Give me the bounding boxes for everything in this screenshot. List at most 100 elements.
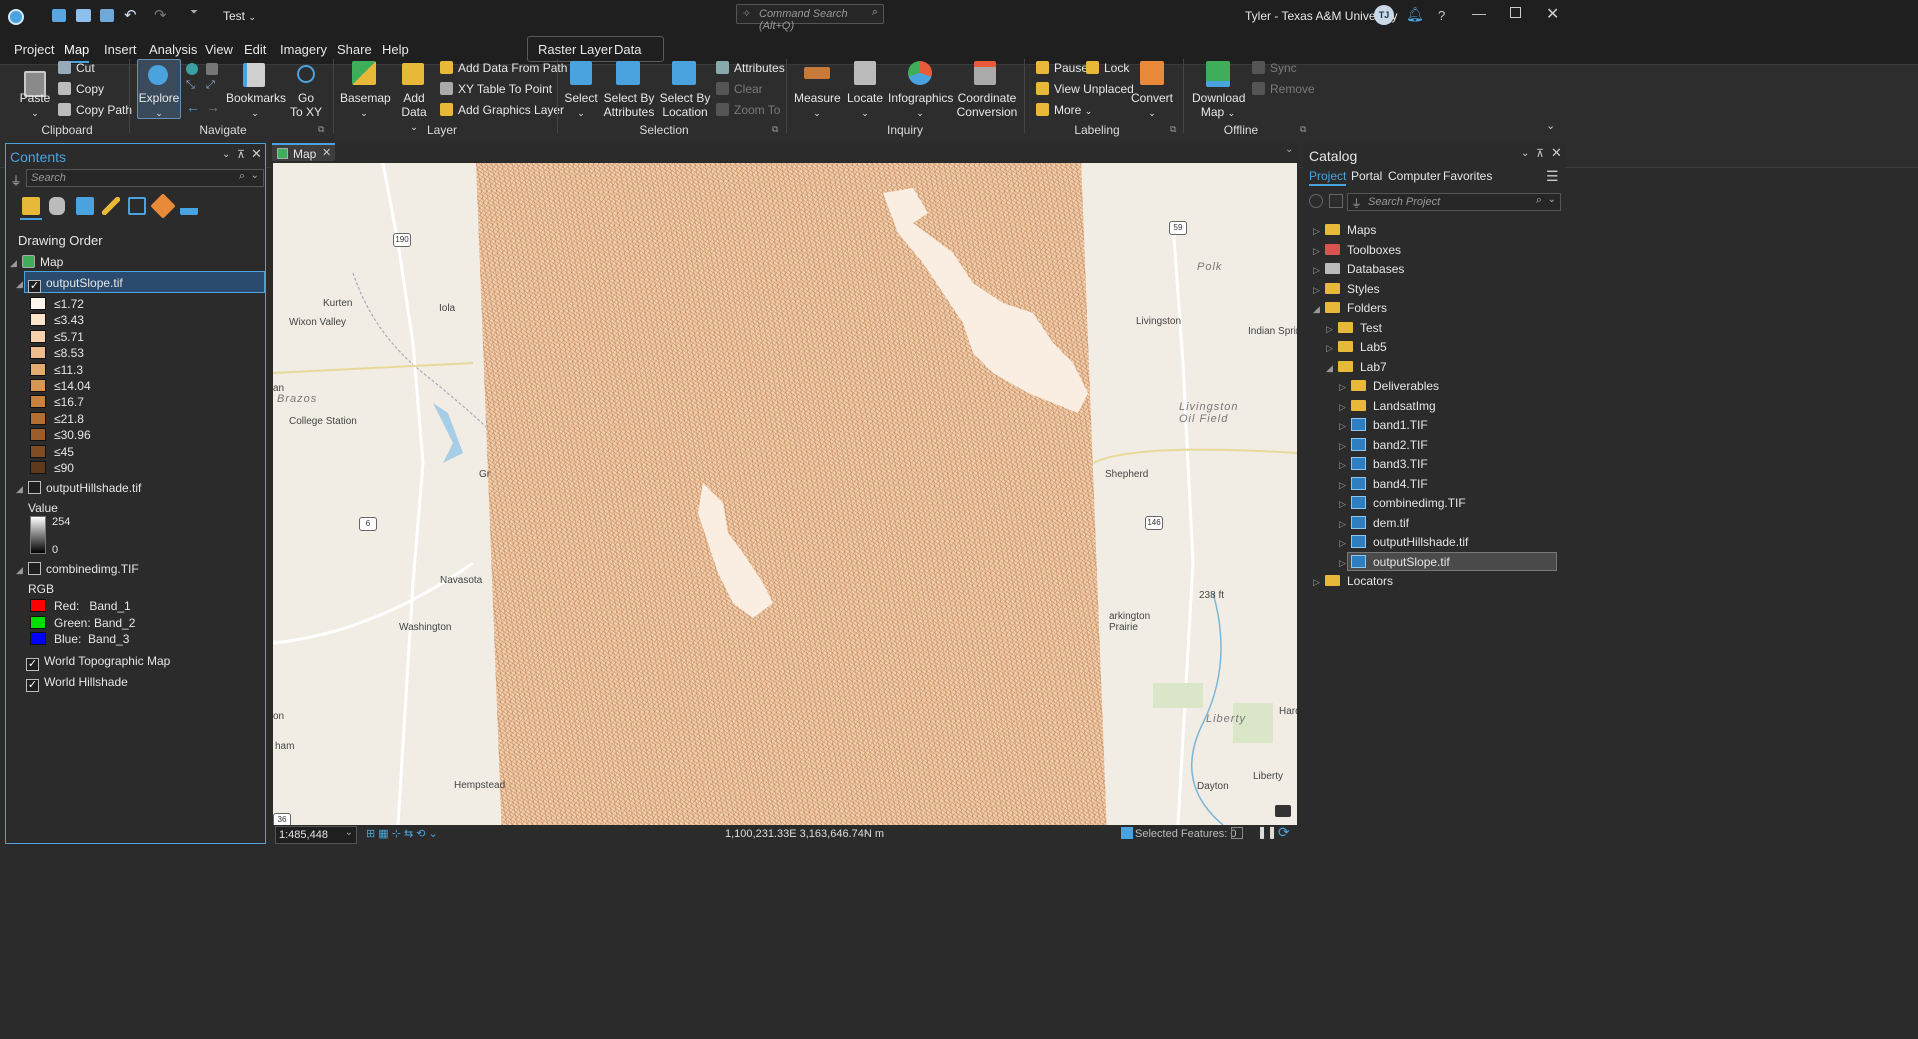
legend-class[interactable]: ≤21.8	[30, 411, 84, 427]
zoom-to-button[interactable]: Zoom To	[716, 103, 780, 117]
convert-button[interactable]: Convert ⌄	[1130, 91, 1174, 120]
menu-help[interactable]: Help	[382, 42, 409, 57]
download-map-button[interactable]: Download Map ⌄	[1192, 91, 1245, 120]
visibility-checkbox[interactable]	[28, 481, 41, 494]
labeling-launcher-icon[interactable]: ⧉	[1170, 124, 1176, 135]
expand-toggle-icon[interactable]: ◢	[16, 276, 28, 292]
arcgis-app-icon[interactable]	[8, 9, 24, 25]
expand-icon[interactable]: ▷	[1339, 496, 1351, 512]
infographics-button[interactable]: Infographics ⌄	[888, 91, 953, 120]
list-by-editing-icon[interactable]	[102, 197, 120, 215]
remove-button[interactable]: Remove	[1252, 82, 1315, 96]
catalog-item[interactable]: ▷ Deliverables	[1339, 378, 1439, 395]
legend-class[interactable]: ≤1.72	[30, 296, 84, 312]
expand-icon[interactable]: ▷	[1313, 574, 1325, 590]
band-entry[interactable]: Red: Band_1	[30, 598, 131, 614]
home-icon[interactable]	[1329, 194, 1343, 208]
catalog-item[interactable]: ▷ Test	[1326, 320, 1382, 337]
bookmarks-button[interactable]: Bookmarks ⌄	[226, 91, 286, 120]
fixed-zoom-in-icon[interactable]: ⤡	[186, 79, 195, 92]
catalog-item[interactable]: ◢ Lab7	[1326, 359, 1387, 376]
legend-class[interactable]: ≤30.96	[30, 427, 91, 443]
catalog-menu-icon[interactable]: ☰	[1546, 168, 1559, 185]
layer-output-hillshade[interactable]: ◢ outputHillshade.tif	[16, 480, 141, 497]
legend-class[interactable]: ≤11.3	[30, 362, 83, 378]
catalog-item[interactable]: ◢ Folders	[1313, 300, 1387, 317]
menu-edit[interactable]: Edit	[244, 42, 266, 57]
close-window-icon[interactable]: ✕	[1546, 4, 1559, 24]
expand-toggle-icon[interactable]: ◢	[16, 481, 28, 497]
legend-class[interactable]: ≤16.7	[30, 394, 84, 410]
legend-class[interactable]: ≤8.53	[30, 345, 84, 361]
list-by-source-icon[interactable]	[49, 197, 65, 215]
command-search-box[interactable]: ✧ Command Search (Alt+Q) ⌕	[736, 4, 884, 32]
catalog-tab-favorites[interactable]: Favorites	[1443, 169, 1492, 183]
view-unplaced-button[interactable]: View Unplaced	[1036, 82, 1134, 96]
attributes-button[interactable]: Attributes	[716, 61, 785, 75]
map-tab-options-icon[interactable]: ⌄	[1285, 144, 1293, 155]
visibility-checkbox[interactable]: ✓	[28, 280, 41, 293]
legend-class[interactable]: ≤3.43	[30, 312, 84, 328]
xy-table-to-point-button[interactable]: XY Table To Point	[440, 82, 552, 96]
back-icon[interactable]	[1309, 194, 1323, 208]
fixed-zoom-out-icon[interactable]: ⤢	[206, 79, 215, 92]
select-button[interactable]: Select ⌄	[562, 91, 600, 120]
expand-icon[interactable]: ▷	[1339, 555, 1351, 571]
pane-options-icon[interactable]: ⌄	[222, 149, 230, 160]
locate-button[interactable]: Locate ⌄	[844, 91, 886, 120]
catalog-item[interactable]: ▷ band4.TIF	[1339, 476, 1428, 493]
offline-launcher-icon[interactable]: ⧉	[1300, 124, 1306, 135]
layer-output-slope[interactable]: ◢ ✓ outputSlope.tif	[16, 275, 123, 293]
minimize-ribbon-icon[interactable]: ⌄	[1546, 119, 1555, 132]
catalog-item[interactable]: ▷ Lab5	[1326, 339, 1387, 356]
expand-icon[interactable]: ▷	[1339, 399, 1351, 415]
visibility-checkbox[interactable]	[28, 562, 41, 575]
catalog-tab-project[interactable]: Project	[1309, 169, 1347, 186]
catalog-search-input[interactable]: ⏚ Search Project ⌕ ⌄	[1347, 193, 1561, 211]
expand-icon[interactable]: ▷	[1326, 340, 1338, 356]
catalog-item[interactable]: ▷ band3.TIF	[1339, 456, 1428, 473]
expand-toggle-icon[interactable]: ◢	[10, 255, 22, 271]
list-by-selection-icon[interactable]	[76, 197, 94, 215]
navigate-launcher-icon[interactable]: ⧉	[318, 124, 324, 135]
scale-dropdown[interactable]: 1:485,448 ⌄	[275, 826, 357, 844]
list-by-drawing-order-icon[interactable]	[22, 197, 40, 215]
expand-icon[interactable]: ▷	[1339, 379, 1351, 395]
expand-icon[interactable]: ▷	[1313, 282, 1325, 298]
expand-icon[interactable]: ▷	[1313, 262, 1325, 278]
help-icon[interactable]: ?	[1438, 8, 1445, 23]
full-extent-icon[interactable]	[186, 63, 198, 75]
expand-icon[interactable]: ▷	[1339, 477, 1351, 493]
refresh-icon[interactable]: ⟳	[1278, 824, 1290, 841]
close-pane-icon[interactable]: ✕	[1551, 145, 1562, 161]
expand-icon[interactable]: ▷	[1313, 243, 1325, 259]
menu-imagery[interactable]: Imagery	[280, 42, 327, 57]
map-canvas[interactable]: Kurten Iola Wixon Valley Brazos College Stat…	[273, 163, 1297, 825]
list-by-labeling-icon[interactable]	[150, 193, 176, 219]
visibility-checkbox[interactable]: ✓	[26, 658, 39, 671]
catalog-item[interactable]: ▷ band1.TIF	[1339, 417, 1428, 434]
catalog-item[interactable]: ▷ LandsatImg	[1339, 398, 1436, 415]
redo-icon[interactable]: ↷	[154, 6, 167, 24]
go-to-xy-button[interactable]: Go To XY	[288, 91, 324, 119]
catalog-item[interactable]: ▷ Toolboxes	[1313, 242, 1401, 259]
save-project-icon[interactable]	[100, 9, 114, 22]
visibility-checkbox[interactable]: ✓	[26, 679, 39, 692]
customize-qat-icon[interactable]: ⏷	[190, 7, 198, 18]
band-entry[interactable]: Blue: Band_3	[30, 631, 129, 647]
restore-icon[interactable]	[1510, 7, 1521, 18]
expand-icon[interactable]: ▷	[1339, 438, 1351, 454]
legend-class[interactable]: ≤5.71	[30, 329, 84, 345]
next-extent-icon[interactable]: →	[206, 99, 220, 115]
close-pane-icon[interactable]: ✕	[251, 146, 262, 162]
menu-insert[interactable]: Insert	[104, 42, 137, 57]
new-project-icon[interactable]	[52, 9, 66, 22]
catalog-item[interactable]: ▷ Databases	[1313, 261, 1404, 278]
pin-icon[interactable]: ⊼	[237, 148, 245, 161]
table-icon[interactable]	[1231, 827, 1243, 839]
layer-world-hillshade[interactable]: ✓ World Hillshade	[26, 674, 128, 692]
contents-search-input[interactable]: Search ⌕ ⌄	[26, 169, 264, 187]
catalog-item[interactable]: ▷ band2.TIF	[1339, 437, 1428, 454]
map-node[interactable]: ◢ Map	[10, 254, 63, 271]
expand-icon[interactable]: ▷	[1313, 223, 1325, 239]
